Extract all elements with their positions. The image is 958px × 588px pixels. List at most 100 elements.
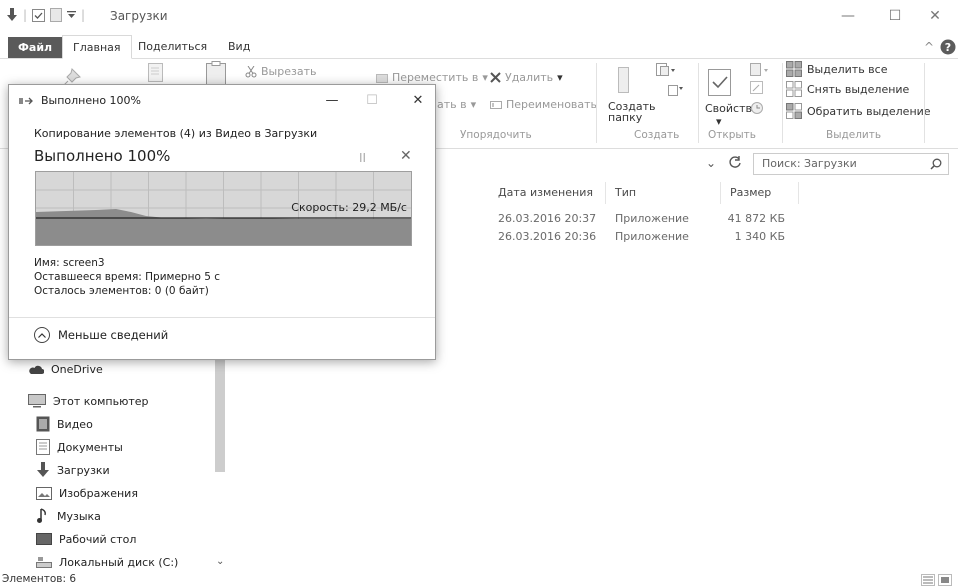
details-view-icon[interactable] <box>921 574 935 586</box>
group-separator <box>782 63 783 143</box>
status-item-count: Элементов: 6 <box>2 573 77 585</box>
large-icons-view-icon[interactable] <box>938 574 952 586</box>
file-type: Приложение <box>615 212 689 225</box>
dropdown-arrow-icon[interactable]: ▾ <box>716 115 722 128</box>
file-name: Имя: screen3 <box>34 257 105 269</box>
nav-item-video[interactable]: Видео <box>36 413 93 435</box>
toolbar-separator: | <box>23 8 28 22</box>
scissors-icon <box>245 65 257 77</box>
copy-progress-dialog: Выполнено 100% — ☐ ✕ Копирование элемент… <box>8 84 436 360</box>
nav-item-documents[interactable]: Документы <box>36 436 123 458</box>
nav-label: Документы <box>57 440 123 454</box>
column-header-date[interactable]: Дата изменения <box>498 186 593 199</box>
tab-file[interactable]: Файл <box>8 37 63 58</box>
transfer-speed: Скорость: 29,2 МБ/с <box>291 201 407 214</box>
new-item-icon[interactable] <box>656 63 676 77</box>
scroll-down-icon[interactable]: ⌄ <box>216 556 224 567</box>
table-row[interactable]: 26.03.2016 20:37 Приложение 41 872 КБ <box>460 211 820 227</box>
search-icon[interactable] <box>930 158 942 170</box>
move-to-label: Переместить в <box>392 71 479 84</box>
new-folder-small-icon[interactable] <box>50 8 63 22</box>
pause-button[interactable]: II <box>359 151 366 165</box>
table-row[interactable]: 26.03.2016 20:36 Приложение 1 340 КБ <box>460 229 820 245</box>
close-button[interactable]: ✕ <box>912 0 958 32</box>
edit-icon[interactable] <box>750 81 764 95</box>
properties-checkbox-icon[interactable] <box>32 8 46 22</box>
properties-icon[interactable] <box>708 69 732 97</box>
speed-graph: Скорость: 29,2 МБ/с <box>35 171 412 246</box>
file-date: 26.03.2016 20:36 <box>498 230 597 243</box>
group-label-organize: Упорядочить <box>460 129 532 141</box>
column-separator[interactable] <box>605 182 606 204</box>
nav-item-downloads[interactable]: Загрузки <box>36 459 110 481</box>
window-title: Загрузки <box>110 9 168 23</box>
nav-item-desktop[interactable]: Рабочий стол <box>36 528 136 550</box>
tab-share[interactable]: Поделиться <box>128 35 217 59</box>
dialog-minimize-button[interactable]: — <box>319 89 345 111</box>
group-label-open: Открыть <box>708 129 756 141</box>
copy-to-button[interactable]: ать в ▾ <box>437 98 476 111</box>
nav-label: Музыка <box>57 509 101 523</box>
tab-home[interactable]: Главная <box>62 35 132 59</box>
dialog-close-button[interactable]: ✕ <box>405 89 431 111</box>
column-separator[interactable] <box>720 182 721 204</box>
rename-button[interactable]: Переименовать <box>490 98 597 111</box>
cancel-button[interactable]: ✕ <box>400 148 412 164</box>
file-size: 1 340 КБ <box>734 230 785 243</box>
copy-icon[interactable] <box>148 63 166 85</box>
select-all-button[interactable]: Выделить все <box>786 61 887 77</box>
nav-scrollbar[interactable]: ⌄ <box>213 350 228 572</box>
documents-icon <box>36 439 50 455</box>
cloud-icon <box>29 365 44 374</box>
computer-icon <box>28 394 46 408</box>
group-separator <box>924 63 925 143</box>
delete-x-icon <box>490 72 501 83</box>
column-header-size[interactable]: Размер <box>730 186 771 199</box>
dropdown-arrow-icon: ▾ <box>482 71 488 84</box>
tab-view[interactable]: Вид <box>218 35 260 59</box>
minimize-button[interactable]: — <box>825 0 871 32</box>
customize-dropdown-icon[interactable] <box>67 10 77 20</box>
cut-button[interactable]: Вырезать <box>245 65 316 78</box>
select-none-button[interactable]: Снять выделение <box>786 81 909 97</box>
nav-item-pictures[interactable]: Изображения <box>36 482 138 504</box>
nav-item-local-disk[interactable]: Локальный диск (C:) <box>36 551 178 573</box>
delete-button[interactable]: Удалить ▾ <box>490 71 563 84</box>
nav-scrollbar-thumb[interactable] <box>215 350 225 472</box>
download-arrow-icon[interactable] <box>6 8 18 22</box>
new-folder-icon[interactable] <box>618 67 634 93</box>
help-icon[interactable]: ? <box>940 39 956 55</box>
less-details-button[interactable]: Меньше сведений <box>34 327 168 343</box>
nav-item-music[interactable]: Музыка <box>36 505 101 527</box>
address-dropdown-icon[interactable]: ⌄ <box>706 156 716 170</box>
copy-to-label: ать в <box>437 98 467 111</box>
invert-selection-button[interactable]: Обратить выделение <box>786 103 931 119</box>
file-type: Приложение <box>615 230 689 243</box>
title-bar: | | Загрузки — ☐ ✕ <box>0 0 958 32</box>
paste-icon[interactable] <box>206 61 226 85</box>
desktop-icon <box>36 533 52 545</box>
history-icon[interactable] <box>750 101 764 115</box>
dialog-maximize-button: ☐ <box>366 92 378 108</box>
ribbon-tabs: Файл Главная Поделиться Вид ^ ? <box>0 35 958 59</box>
move-to-button[interactable]: Переместить в ▾ <box>376 71 488 84</box>
search-input[interactable]: Поиск: Загрузки <box>762 157 857 170</box>
group-separator <box>698 63 699 143</box>
nav-item-onedrive[interactable]: OneDrive <box>28 358 103 380</box>
nav-label: Изображения <box>59 486 138 500</box>
new-folder-label-2: папку <box>608 111 643 124</box>
open-icon[interactable] <box>750 63 770 77</box>
copy-description: Копирование элементов (4) из Видео в Заг… <box>34 127 318 140</box>
refresh-icon[interactable] <box>728 155 742 169</box>
select-none-icon <box>786 81 802 97</box>
music-note-icon <box>37 508 46 523</box>
column-separator[interactable] <box>798 182 799 204</box>
easy-access-icon[interactable] <box>666 83 684 97</box>
file-size: 41 872 КБ <box>727 212 785 225</box>
search-box[interactable]: Поиск: Загрузки <box>753 153 949 175</box>
new-folder-button[interactable]: Создать папку <box>608 101 656 123</box>
collapse-ribbon-icon[interactable]: ^ <box>924 40 934 54</box>
nav-label: OneDrive <box>51 362 103 376</box>
column-header-type[interactable]: Тип <box>615 186 636 199</box>
nav-item-this-pc[interactable]: Этот компьютер <box>28 390 149 412</box>
